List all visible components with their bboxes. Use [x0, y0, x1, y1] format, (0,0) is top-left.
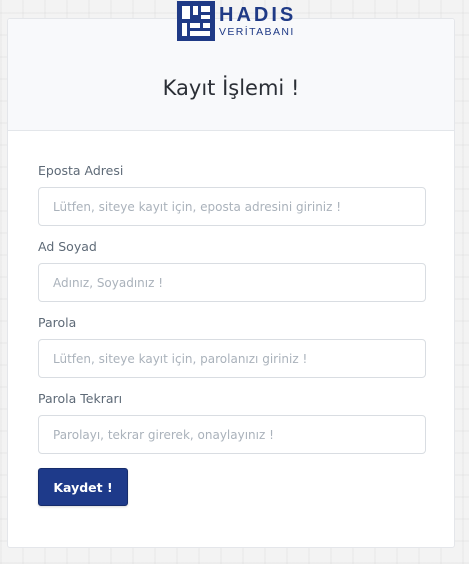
register-form: Eposta Adresi Ad Soyad Parola Parola Tek…: [8, 131, 454, 506]
site-logo[interactable]: HADIS VERİTABANI: [177, 0, 296, 42]
hadis-logo-mark-icon: [177, 1, 215, 41]
password-confirm-label: Parola Tekrarı: [38, 391, 123, 406]
logo-subtitle: VERİTABANI: [219, 25, 295, 38]
full-name-label: Ad Soyad: [38, 239, 97, 254]
register-card: Kayıt İşlemi ! Eposta Adresi Ad Soyad Pa…: [7, 18, 455, 548]
password-field[interactable]: [38, 339, 426, 378]
save-button[interactable]: Kaydet !: [38, 468, 128, 506]
email-label: Eposta Adresi: [38, 163, 124, 178]
page-title: Kayıt İşlemi !: [162, 75, 300, 100]
password-confirm-field[interactable]: [38, 415, 426, 454]
email-field[interactable]: [38, 187, 426, 226]
logo-title: HADIS: [219, 3, 297, 26]
password-label: Parola: [38, 315, 77, 330]
full-name-field[interactable]: [38, 263, 426, 302]
